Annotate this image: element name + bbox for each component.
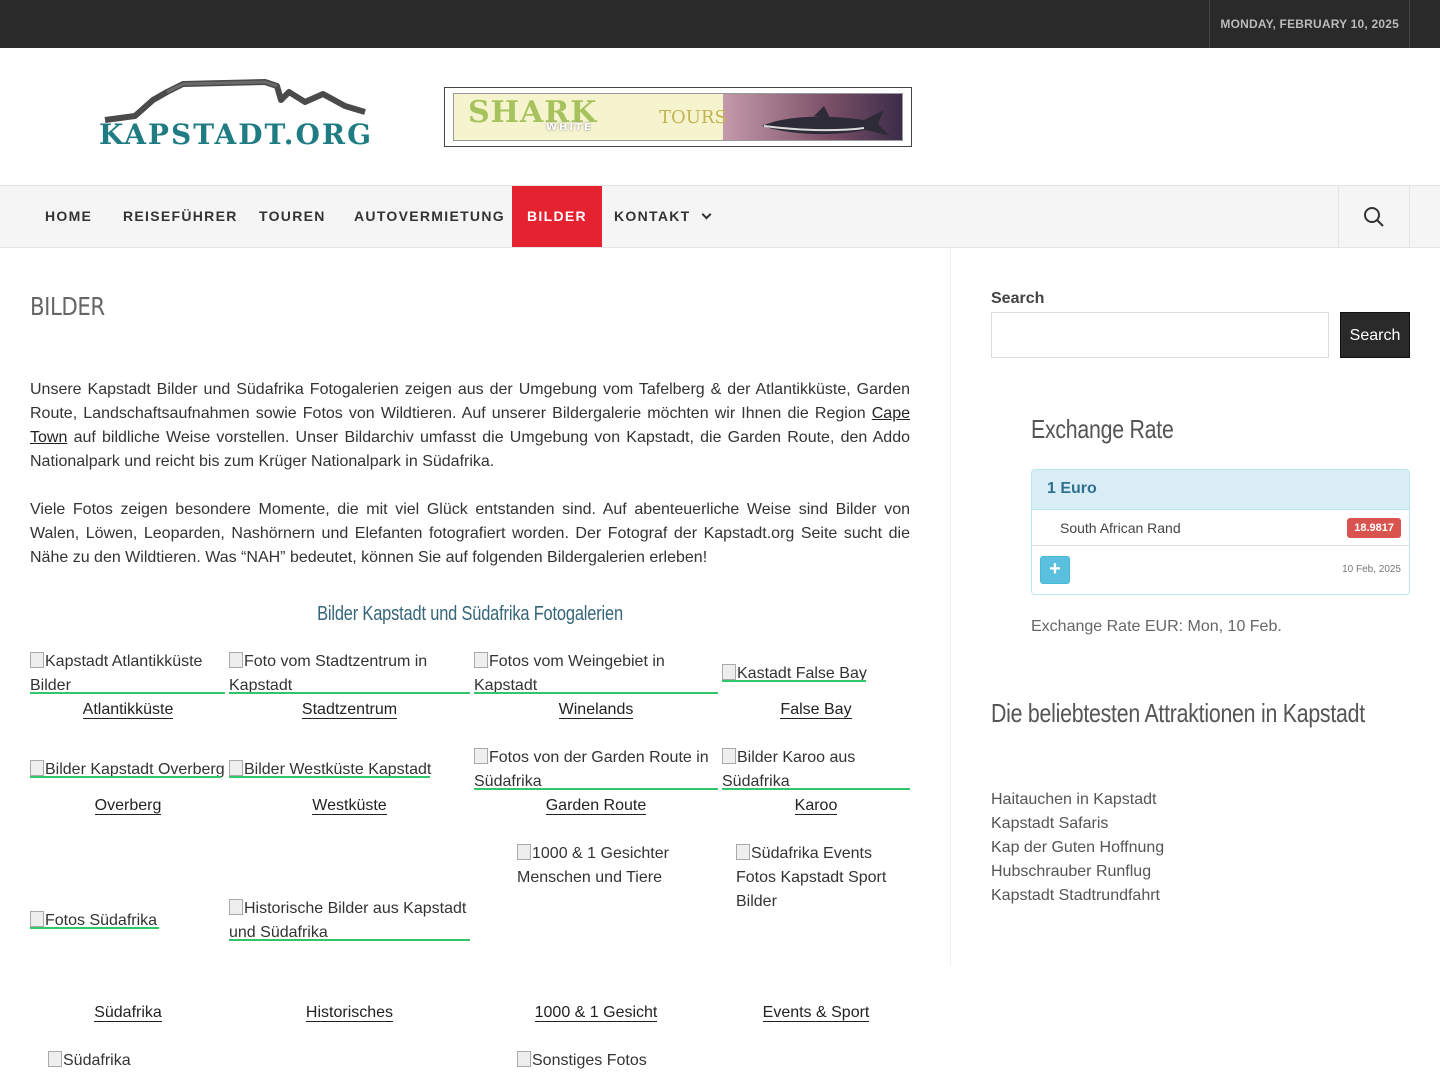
gallery-heading: Bilder Kapstadt und Südafrika Fotogaleri…: [317, 603, 623, 625]
nav-reisefuehrer[interactable]: REISEFÜHRER: [123, 186, 238, 247]
gallery-image-garden-route[interactable]: Fotos von der Garden Route in Südafrika: [474, 746, 719, 794]
gallery-image-atlantik[interactable]: Kapstadt Atlantikküste Bilder: [30, 650, 226, 698]
intro-paragraph: Unsere Kapstadt Bilder und Südafrika Fot…: [30, 381, 910, 470]
broken-image-icon: [722, 748, 736, 764]
caption-garden-route[interactable]: Garden Route: [474, 794, 718, 818]
gallery-image-westkueste[interactable]: Bilder Westküste Kapstadt: [229, 758, 474, 782]
fx-currency-row: South African Rand 18.9817: [1032, 510, 1409, 546]
exchange-rate-note: Exchange Rate EUR: Mon, 10 Feb.: [1031, 618, 1282, 635]
gallery-image-1000-gesichter[interactable]: 1000 & 1 Gesichter Menschen und Tiere: [517, 842, 717, 890]
exchange-rate-heading: Exchange Rate: [1031, 414, 1174, 444]
broken-image-icon: [474, 652, 488, 668]
fx-expand-button[interactable]: +: [1040, 556, 1070, 584]
current-date: MONDAY, FEBRUARY 10, 2025: [1209, 0, 1410, 48]
broken-image-icon: [30, 760, 44, 776]
gallery-image-karoo[interactable]: Bilder Karoo aus Südafrika: [722, 746, 910, 794]
fx-currency-name: South African Rand: [1060, 520, 1181, 536]
chevron-down-icon: [701, 209, 711, 220]
caption-suedafrika[interactable]: Südafrika: [30, 1001, 226, 1025]
broken-image-icon: [30, 911, 44, 927]
broken-image-icon: [48, 1051, 62, 1067]
gallery-image-false-bay[interactable]: Kastadt False Bay: [722, 662, 910, 686]
broken-image-icon: [722, 664, 736, 680]
search-label: Search: [991, 290, 1045, 307]
gallery-image-historisches[interactable]: Historische Bilder aus Kapstadt und Südaf…: [229, 897, 474, 945]
attractions-heading: Die beliebtesten Attraktionen in Kapstad…: [991, 698, 1365, 728]
caption-overberg[interactable]: Overberg: [30, 794, 226, 818]
caption-winelands[interactable]: Winelands: [474, 698, 718, 722]
exchange-rate-widget: 1 Euro South African Rand 18.9817 + 10 F…: [1031, 469, 1410, 595]
fx-date: 10 Feb, 2025: [1342, 564, 1401, 575]
nav-bilder[interactable]: BILDER: [512, 186, 602, 247]
caption-westkueste[interactable]: Westküste: [229, 794, 470, 818]
broken-image-icon: [30, 652, 44, 668]
caption-1000-gesicht[interactable]: 1000 & 1 Gesicht: [474, 1001, 718, 1025]
attraction-link[interactable]: Kapstadt Stadtrundfahrt: [991, 884, 1164, 908]
caption-stadtzentrum[interactable]: Stadtzentrum: [229, 698, 470, 722]
attraction-link[interactable]: Kap der Guten Hoffnung: [991, 836, 1164, 860]
caption-karoo[interactable]: Karoo: [722, 794, 910, 818]
caption-historisches[interactable]: Historisches: [229, 1001, 470, 1025]
broken-image-icon: [517, 844, 531, 860]
caption-events-sport[interactable]: Events & Sport: [722, 1001, 910, 1025]
gallery-image-stadtzentrum[interactable]: Foto vom Stadtzentrum in Kapstadt: [229, 650, 474, 698]
page-title: BILDER: [30, 292, 105, 321]
shark-tours-banner[interactable]: SHARK WHITE TOURS: [444, 87, 912, 147]
broken-image-icon: [229, 652, 243, 668]
broken-image-icon: [229, 760, 243, 776]
nav-kontakt-label: KONTAKT: [614, 208, 691, 224]
broken-image-icon: [517, 1051, 531, 1067]
broken-image-icon: [474, 748, 488, 764]
main-navigation: HOME REISEFÜHRER TOUREN AUTOVERMIETUNG B…: [0, 185, 1440, 248]
fx-rate-badge: 18.9817: [1347, 518, 1401, 538]
site-logo[interactable]: KAPSTADT.ORG: [95, 78, 385, 151]
banner-word-white: WHITE: [546, 122, 593, 133]
gallery-image-suedafrika[interactable]: Fotos Südafrika: [30, 909, 226, 933]
banner-image: SHARK WHITE TOURS: [453, 93, 903, 141]
search-button[interactable]: Search: [1340, 312, 1410, 358]
broken-image-icon: [736, 844, 750, 860]
attraction-link[interactable]: Haitauchen in Kapstadt: [991, 788, 1164, 812]
caption-false-bay[interactable]: False Bay: [722, 698, 910, 722]
attraction-link[interactable]: Hubschrauber Runflug: [991, 860, 1164, 884]
gallery-image-sonstiges[interactable]: Sonstiges Fotos: [517, 1049, 717, 1073]
fx-base-currency: 1 Euro: [1032, 470, 1409, 510]
shark-icon: [762, 106, 890, 136]
nav-touren[interactable]: TOUREN: [259, 186, 326, 247]
gallery-image-overberg[interactable]: Bilder Kapstadt Overberg: [30, 758, 226, 782]
top-bar: MONDAY, FEBRUARY 10, 2025: [0, 0, 1440, 48]
banner-word-tours: TOURS: [659, 107, 727, 128]
nav-search-button[interactable]: [1338, 186, 1410, 247]
wildlife-paragraph: Viele Fotos zeigen besondere Momente, di…: [30, 501, 910, 566]
attraction-link[interactable]: Kapstadt Safaris: [991, 812, 1164, 836]
caption-atlantikkueste[interactable]: Atlantikküste: [30, 698, 226, 722]
broken-image-icon: [229, 899, 243, 915]
nav-kontakt[interactable]: KONTAKT: [614, 186, 711, 247]
attractions-list: Haitauchen in Kapstadt Kapstadt Safaris …: [991, 788, 1164, 908]
gallery-image-suedafrika-bottom[interactable]: Südafrika: [48, 1049, 228, 1073]
search-input[interactable]: [991, 312, 1329, 358]
search-icon: [1364, 207, 1384, 227]
nav-autovermietung[interactable]: AUTOVERMIETUNG: [354, 186, 505, 247]
gallery-image-events[interactable]: Südafrika Events Fotos Kapstadt Sport Bild…: [736, 842, 910, 914]
nav-home[interactable]: HOME: [45, 186, 92, 247]
logo-text: KAPSTADT.ORG: [99, 118, 374, 151]
content-divider: [950, 248, 951, 966]
site-header: KAPSTADT.ORG SHARK WHITE TOURS: [0, 48, 1440, 185]
gallery-image-winelands[interactable]: Fotos vom Weingebiet in Kapstadt: [474, 650, 719, 698]
